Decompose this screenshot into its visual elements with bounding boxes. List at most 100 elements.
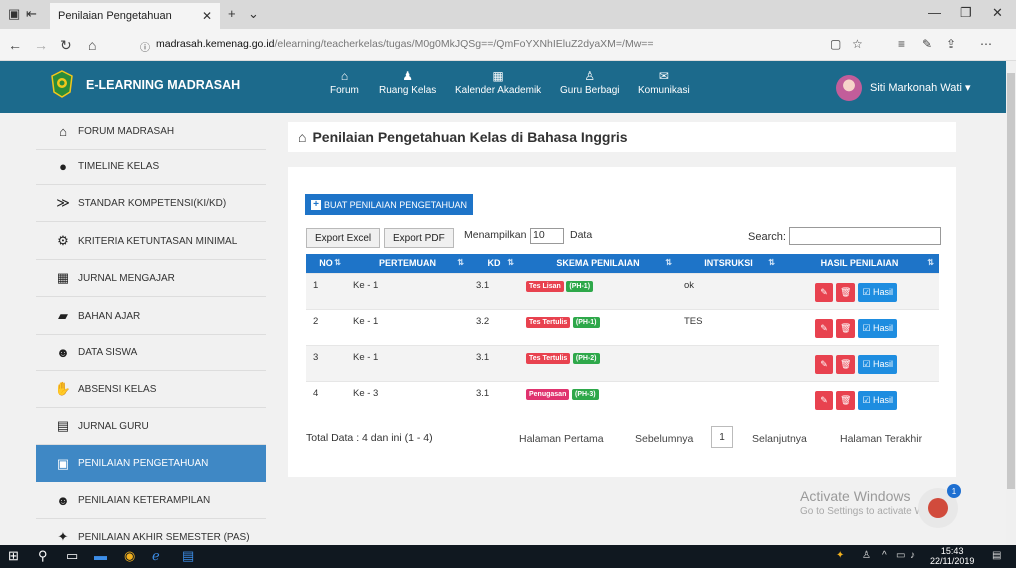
sidebar-item-standar-kompetensi[interactable]: ≫ STANDAR KOMPETENSI(KI/KD): [36, 185, 266, 222]
sidebar-item-pas[interactable]: ✦ PENILAIAN AKHIR SEMESTER (PAS): [36, 519, 266, 545]
info-icon[interactable]: ⓘ: [140, 39, 150, 54]
url-field[interactable]: madrasah.kemenag.go.id/elearning/teacher…: [156, 38, 654, 50]
avatar[interactable]: [836, 75, 862, 101]
favorite-star-icon[interactable]: ☆: [852, 37, 863, 51]
word-icon[interactable]: ▤: [182, 548, 194, 564]
col-header-hasil[interactable]: HASIL PENILAIAN ⇅: [780, 254, 939, 273]
edit-button[interactable]: ✎: [815, 354, 833, 374]
favorites-hub-icon[interactable]: ≡: [898, 37, 905, 51]
prev-page-link[interactable]: Sebelumnya: [635, 433, 693, 445]
nav-forum[interactable]: ⌂ Forum: [330, 70, 359, 97]
tab-title: Penilaian Pengetahuan: [58, 10, 172, 22]
brand-title[interactable]: E-LEARNING MADRASAH: [86, 78, 240, 92]
chrome-icon[interactable]: ◉: [124, 548, 135, 564]
col-label: PERTEMUAN: [378, 258, 436, 269]
col-label: SKEMA PENILAIAN: [556, 258, 640, 269]
delete-button[interactable]: 🗑: [836, 390, 856, 410]
result-button[interactable]: ☑ Hasil: [858, 390, 898, 410]
table-row: 2 Ke - 1 3.2 Tes Tertulis (PH-1) TES ✎ 🗑 ☑ Hasi…: [306, 308, 939, 345]
user-name: Siti Markonah Wati: [870, 82, 962, 94]
tab-back-icon[interactable]: ⇤: [26, 6, 37, 22]
page-length-input[interactable]: 10: [530, 228, 564, 244]
sidebar-item-label: KRITERIA KETUNTASAN MINIMAL: [78, 235, 238, 247]
next-page-link[interactable]: Selanjutnya: [752, 433, 807, 445]
result-button[interactable]: ☑ Hasil: [858, 354, 898, 374]
cell-no: 2: [306, 308, 346, 345]
col-header-pertemuan[interactable]: PERTEMUAN ⇅: [346, 254, 469, 273]
current-page[interactable]: 1: [711, 426, 733, 448]
sidebar-item-absensi-kelas[interactable]: ✋ ABSENSI KELAS: [36, 371, 266, 408]
share-icon[interactable]: ⇪: [946, 37, 956, 51]
export-pdf-button[interactable]: Export PDF: [384, 228, 454, 248]
settings-icon: ⚙: [57, 233, 69, 248]
people-icon[interactable]: ♙: [862, 550, 871, 561]
more-icon[interactable]: ⋯: [980, 37, 992, 51]
cell-pertemuan: Ke - 3: [346, 380, 469, 417]
delete-button[interactable]: 🗑: [836, 354, 856, 374]
nav-kalender-akademik[interactable]: ▦ Kalender Akademik: [455, 70, 541, 97]
refresh-icon[interactable]: ↻: [60, 37, 72, 54]
sidebar-item-jurnal-mengajar[interactable]: ▦ JURNAL MENGAJAR: [36, 260, 266, 297]
search-input[interactable]: [789, 227, 941, 245]
close-tab-icon[interactable]: ✕: [202, 9, 212, 23]
maximize-icon[interactable]: ❐: [960, 5, 972, 21]
forward-icon[interactable]: →: [34, 37, 48, 53]
result-button[interactable]: ☑ Hasil: [858, 282, 898, 302]
sort-icon: ⇅: [507, 258, 514, 267]
search-icon[interactable]: ⚲: [38, 548, 48, 564]
tab-actions-icon[interactable]: ▣: [8, 6, 20, 22]
last-page-link[interactable]: Halaman Terakhir: [840, 433, 922, 445]
volume-icon[interactable]: ♪: [910, 550, 915, 561]
sidebar-item-timeline-kelas[interactable]: ● TIMELINE KELAS: [36, 148, 266, 185]
task-view-icon[interactable]: ▭: [66, 548, 78, 564]
sidebar-item-forum-madrasah[interactable]: ⌂ FORUM MADRASAH: [36, 113, 266, 150]
edit-button[interactable]: ✎: [815, 318, 833, 338]
create-assessment-button[interactable]: + BUAT PENILAIAN PENGETAHUAN: [305, 194, 474, 215]
windows-start-icon[interactable]: ⊞: [8, 548, 19, 564]
kemenag-logo-icon[interactable]: [50, 70, 74, 98]
col-label: KD: [487, 258, 501, 269]
clock[interactable]: 15:43 22/11/2019: [930, 546, 974, 566]
sidebar-item-kkm[interactable]: ⚙ KRITERIA KETUNTASAN MINIMAL: [36, 223, 266, 260]
edge-icon[interactable]: ℯ: [152, 548, 160, 564]
scrollbar-thumb[interactable]: [1007, 73, 1015, 489]
col-header-no[interactable]: NO ⇅: [306, 254, 346, 273]
sidebar-item-bahan-ajar[interactable]: ▰ BAHAN AJAR: [36, 298, 266, 335]
sort-icon: ⇅: [665, 258, 672, 267]
vertical-scrollbar[interactable]: [1006, 61, 1016, 545]
trash-icon: 🗑: [840, 322, 852, 333]
delete-button[interactable]: 🗑: [836, 318, 856, 338]
user-menu[interactable]: Siti Markonah Wati ▾: [870, 81, 971, 94]
sidebar-item-penilaian-pengetahuan[interactable]: ▣ PENILAIAN PENGETAHUAN: [36, 445, 266, 482]
back-icon[interactable]: ←: [8, 37, 22, 53]
edit-button[interactable]: ✎: [815, 390, 833, 410]
col-header-kd[interactable]: KD ⇅: [469, 254, 519, 273]
col-header-instruksi[interactable]: INTSRUKSI ⇅: [677, 254, 780, 273]
result-button[interactable]: ☑ Hasil: [858, 318, 898, 338]
col-header-skema[interactable]: SKEMA PENILAIAN ⇅: [519, 254, 677, 273]
close-window-icon[interactable]: ✕: [992, 5, 1003, 21]
export-excel-button[interactable]: Export Excel: [306, 228, 381, 248]
home-icon[interactable]: ⌂: [88, 37, 96, 53]
delete-button[interactable]: 🗑: [836, 282, 856, 302]
nav-ruang-kelas[interactable]: ♟ Ruang Kelas: [379, 70, 436, 97]
reading-view-icon[interactable]: ▢: [830, 37, 841, 51]
tray-chevron-icon[interactable]: ^: [882, 550, 887, 561]
nav-komunikasi[interactable]: ✉ Komunikasi: [638, 70, 690, 97]
table-body: 1 Ke - 1 3.1 Tes Lisan (PH-1) ok ✎ 🗑 ☑ Hasil 2 Ke…: [306, 272, 939, 417]
first-page-link[interactable]: Halaman Pertama: [519, 433, 604, 445]
notification-icon[interactable]: ▤: [992, 550, 1001, 561]
app-tray-icon[interactable]: ✦: [836, 550, 844, 561]
browser-tab[interactable]: Penilaian Pengetahuan ✕: [50, 3, 220, 29]
pen-icon[interactable]: ✎: [922, 37, 932, 51]
sidebar-item-penilaian-keterampilan[interactable]: ☻ PENILAIAN KETERAMPILAN: [36, 482, 266, 519]
network-icon[interactable]: ▭: [896, 550, 905, 561]
nav-guru-berbagi[interactable]: ♙ Guru Berbagi: [560, 70, 619, 97]
new-tab-icon[interactable]: +: [228, 6, 236, 21]
sidebar-item-jurnal-guru[interactable]: ▤ JURNAL GURU: [36, 408, 266, 445]
edit-button[interactable]: ✎: [815, 282, 833, 302]
tab-list-icon[interactable]: ⌄: [248, 6, 259, 22]
minimize-icon[interactable]: —: [928, 5, 941, 20]
file-explorer-icon[interactable]: ▬: [94, 548, 107, 563]
sidebar-item-data-siswa[interactable]: ☻ DATA SISWA: [36, 334, 266, 371]
